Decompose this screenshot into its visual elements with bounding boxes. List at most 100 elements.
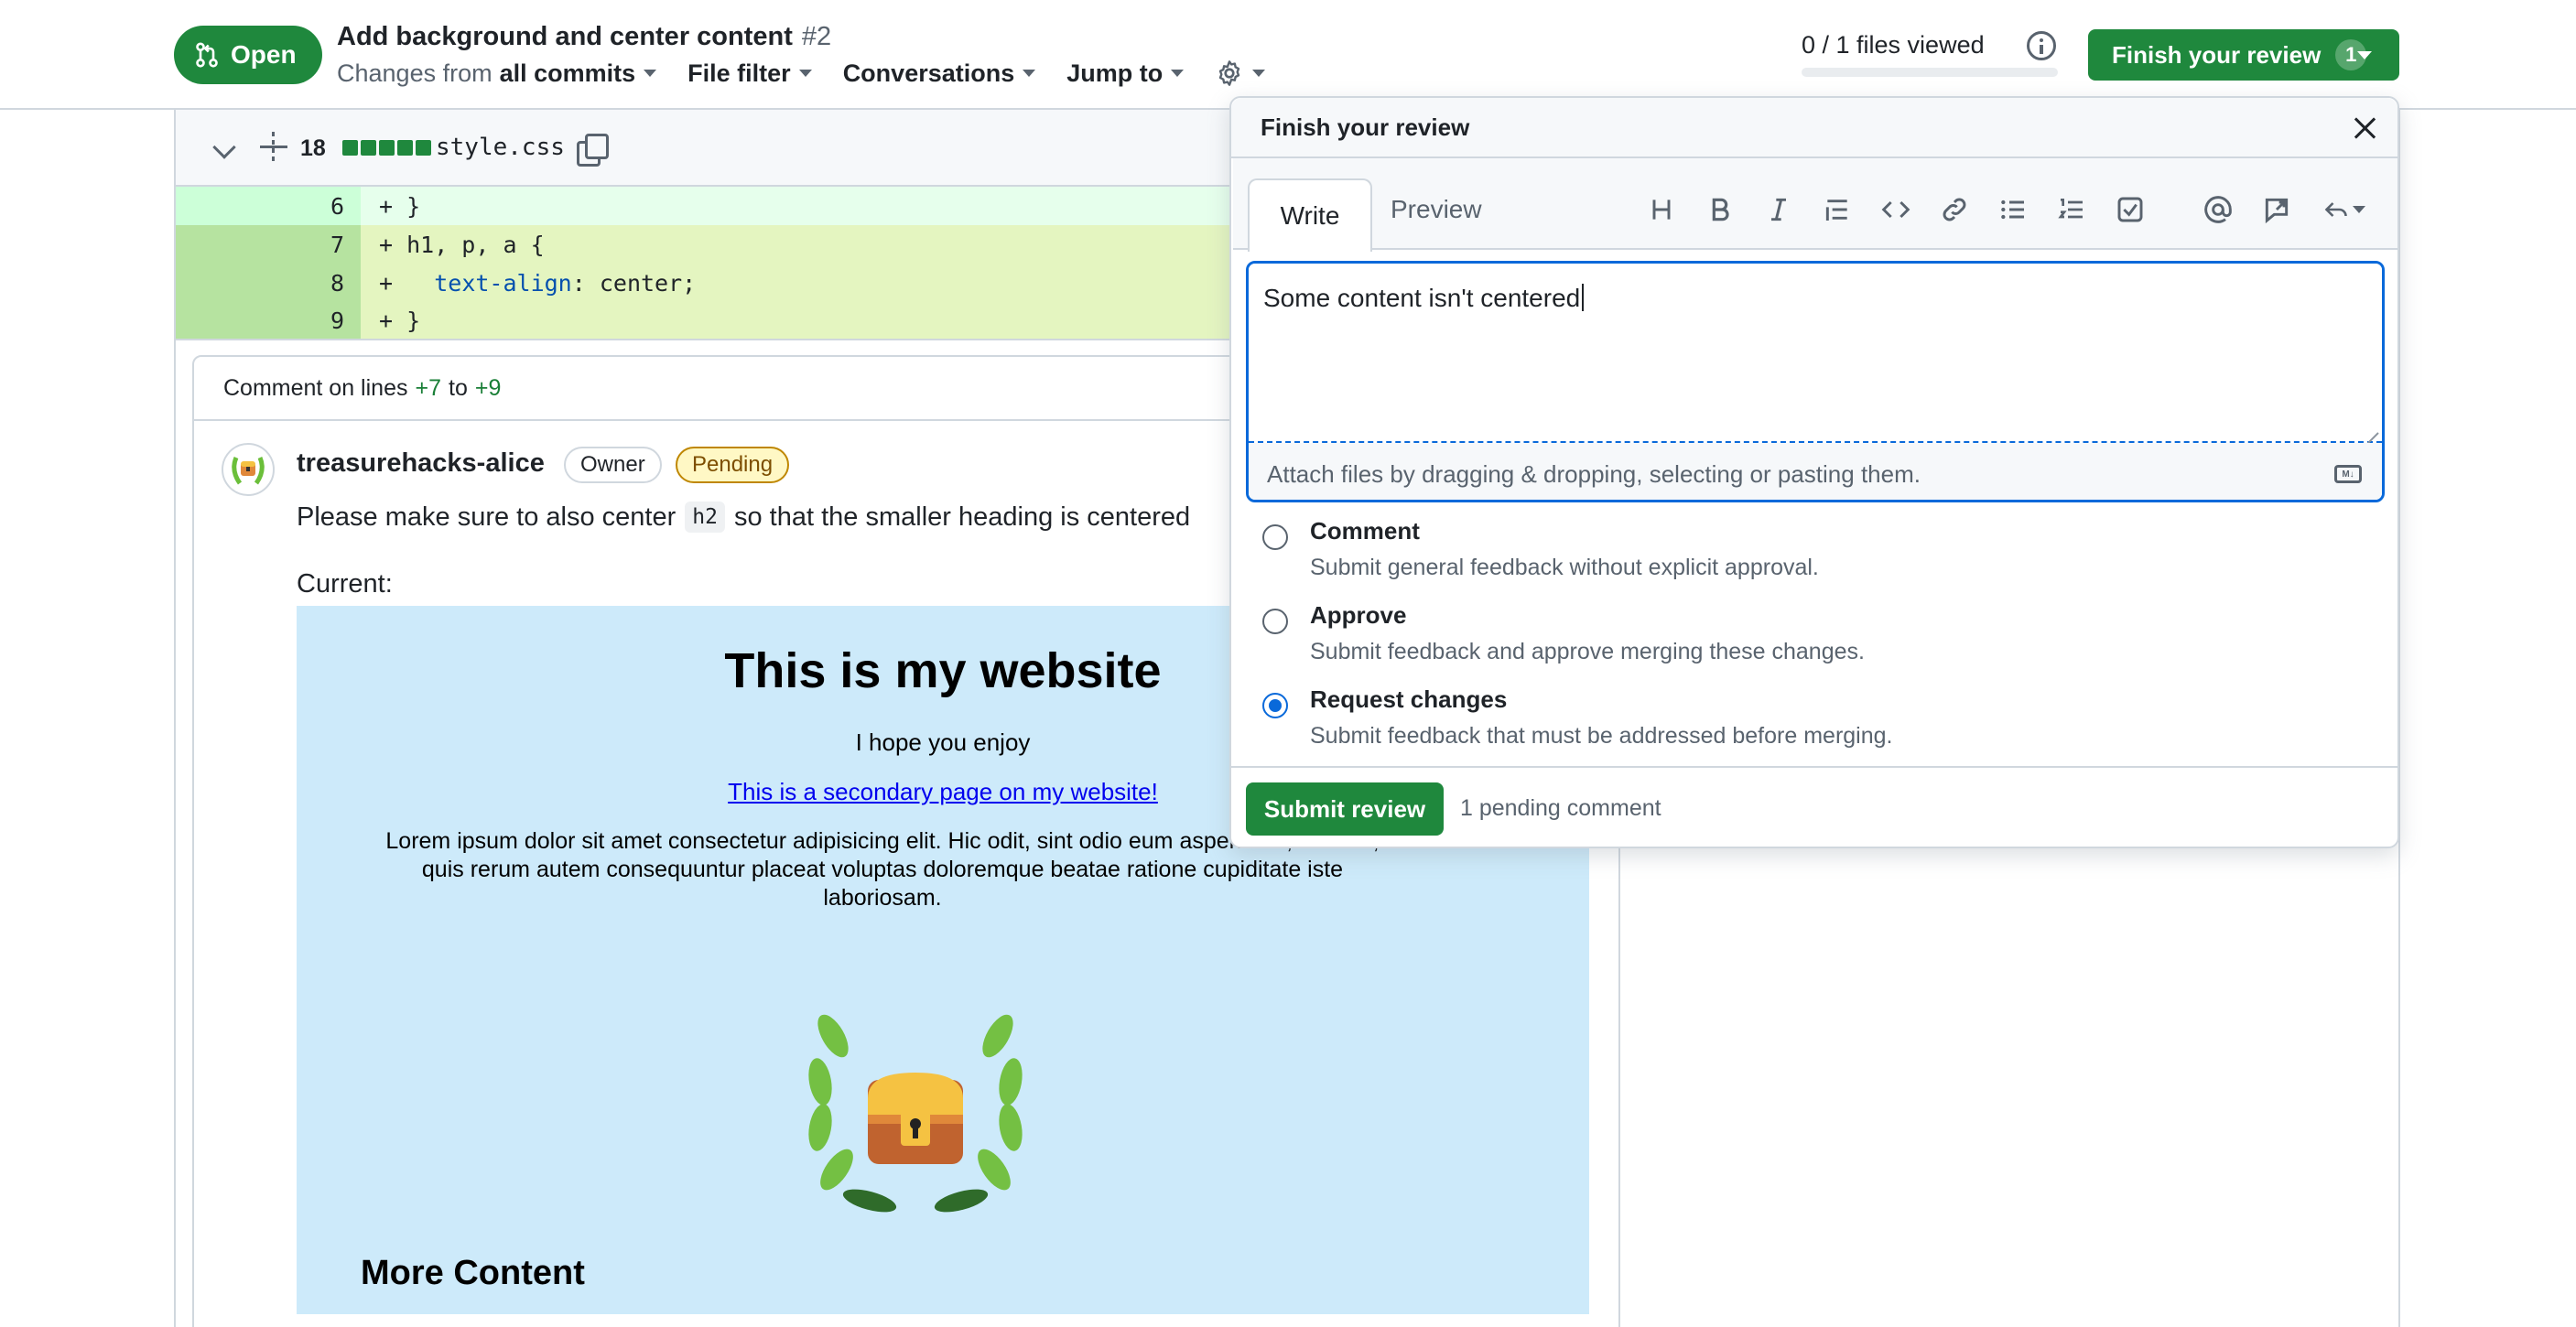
- line-number[interactable]: 9: [176, 302, 361, 339]
- treasure-logo-icon: [232, 457, 265, 485]
- finish-review-popover: Finish your review Write Preview Some co…: [1229, 96, 2399, 848]
- line-end[interactable]: +9: [475, 375, 502, 402]
- text-cursor: [1582, 284, 1585, 311]
- review-body-text: Some content isn't centered: [1263, 284, 1581, 312]
- line-number[interactable]: 8: [176, 264, 361, 302]
- popover-footer: Submit review 1 pending comment: [1231, 766, 2397, 848]
- chevron-down-icon: [1252, 70, 1266, 77]
- bold-icon[interactable]: [1702, 191, 1738, 228]
- heading-icon[interactable]: [1643, 191, 1680, 228]
- finish-review-button[interactable]: Finish your review 1: [2088, 29, 2399, 81]
- pending-comment-count: 1 pending comment: [1460, 795, 1661, 821]
- markdown-icon[interactable]: M↓: [2334, 465, 2362, 483]
- reply-icon[interactable]: [2317, 191, 2372, 228]
- line-code: + }: [361, 187, 1238, 225]
- pr-sub-nav: Changes from all commits File filter Conv…: [337, 59, 1296, 88]
- jump-to-dropdown[interactable]: Jump to: [1066, 59, 1185, 88]
- submit-review-button[interactable]: Submit review: [1246, 782, 1444, 836]
- thread-head-to: to: [449, 374, 468, 401]
- comment-text-after: so that the smaller heading is centered: [733, 502, 1191, 532]
- ordered-list-icon[interactable]: [2053, 191, 2090, 228]
- pull-request-icon: [196, 42, 218, 68]
- option-label: Request changes: [1310, 685, 1508, 713]
- chevron-down-icon: [1023, 70, 1036, 77]
- code-icon[interactable]: [1878, 191, 1914, 228]
- gear-icon: [1219, 60, 1240, 86]
- owner-badge: Owner: [564, 447, 662, 483]
- css-value: : center;: [571, 269, 697, 297]
- reference-icon[interactable]: [2258, 191, 2295, 228]
- line-code: + h1, p, a {: [361, 225, 1238, 264]
- unordered-list-icon[interactable]: [1995, 191, 2031, 228]
- review-type-group: Comment Submit general feedback without …: [1259, 517, 1892, 770]
- chevron-down-icon: [2353, 206, 2365, 213]
- diff-line[interactable]: 9 + }: [176, 302, 1238, 340]
- line-code: + text-align: center;: [361, 264, 1238, 302]
- info-icon[interactable]: [2027, 31, 2056, 60]
- conversations-dropdown[interactable]: Conversations: [843, 59, 1036, 88]
- popover-title-text: Finish your review: [1261, 113, 1470, 141]
- chevron-down-icon: [798, 70, 812, 77]
- avatar[interactable]: [222, 443, 275, 496]
- line-prefix: +: [379, 269, 435, 297]
- tab-write[interactable]: Write: [1248, 178, 1372, 252]
- italic-icon[interactable]: [1760, 191, 1797, 228]
- line-start[interactable]: +7: [415, 375, 441, 402]
- resize-handle-icon[interactable]: [2365, 421, 2378, 434]
- radio-request-changes[interactable]: [1262, 693, 1288, 718]
- changes-from-prefix: Changes from: [337, 59, 492, 87]
- review-body-input[interactable]: Some content isn't centered: [1249, 264, 2382, 443]
- pr-title-text: Add background and center content: [337, 22, 793, 51]
- pr-number: #2: [801, 22, 832, 51]
- diffstat-count: 18: [300, 135, 326, 161]
- collapse-chevron-icon[interactable]: [212, 135, 236, 159]
- expand-all-icon[interactable]: [260, 132, 287, 163]
- treasure-chest-logo-icon: [808, 1014, 1023, 1213]
- close-icon[interactable]: [2354, 116, 2377, 140]
- files-viewed-progress: [1802, 68, 2058, 77]
- diffstat-bar: [342, 140, 431, 156]
- thread-head-prefix: Comment on lines: [223, 374, 408, 401]
- comment-author[interactable]: treasurehacks-alice: [297, 448, 545, 479]
- option-desc: Submit feedback that must be addressed b…: [1310, 723, 1893, 749]
- changes-from-dropdown[interactable]: Changes from all commits: [337, 59, 657, 88]
- review-option-comment[interactable]: Comment Submit general feedback without …: [1259, 517, 1892, 601]
- line-code: + }: [361, 302, 1238, 339]
- tab-preview[interactable]: Preview: [1391, 195, 1482, 224]
- line-number[interactable]: 6: [176, 187, 361, 225]
- settings-dropdown[interactable]: [1215, 59, 1266, 88]
- copy-icon[interactable]: [577, 134, 609, 167]
- files-viewed-count: 0 / 1 files viewed: [1802, 31, 1985, 59]
- option-label: Comment: [1310, 517, 1420, 545]
- popover-title: Finish your review: [1231, 98, 2397, 158]
- css-property: text-align: [434, 269, 572, 297]
- diff-line[interactable]: 7 + h1, p, a {: [176, 225, 1238, 264]
- chevron-down-icon: [1171, 70, 1185, 77]
- chevron-down-icon: [644, 70, 657, 77]
- radio-comment[interactable]: [1262, 524, 1288, 550]
- attach-hint: Attach files by dragging & dropping, sel…: [1267, 459, 1921, 488]
- diff-line[interactable]: 8 + text-align: center;: [176, 264, 1238, 302]
- review-option-approve[interactable]: Approve Submit feedback and approve merg…: [1259, 601, 1892, 685]
- link-icon[interactable]: [1936, 191, 1973, 228]
- jump-to-label: Jump to: [1066, 59, 1164, 87]
- pr-status-label: Open: [231, 40, 297, 69]
- diff-line[interactable]: 6 + }: [176, 187, 1238, 225]
- mention-icon[interactable]: [2200, 191, 2236, 228]
- finish-review-label: Finish your review: [2112, 40, 2322, 69]
- file-filter-label: File filter: [687, 59, 791, 87]
- quote-icon[interactable]: [1819, 191, 1856, 228]
- attach-files-area[interactable]: Attach files by dragging & dropping, sel…: [1249, 443, 2382, 500]
- file-name[interactable]: style.css: [436, 134, 565, 161]
- editor-tabbar: Write Preview: [1233, 158, 2397, 252]
- file-filter-dropdown[interactable]: File filter: [687, 59, 812, 88]
- review-editor[interactable]: Some content isn't centered Attach files…: [1246, 261, 2385, 502]
- task-list-icon[interactable]: [2112, 191, 2148, 228]
- inline-code: h2: [685, 502, 725, 533]
- line-number[interactable]: 7: [176, 225, 361, 264]
- review-option-request-changes[interactable]: Request changes Submit feedback that mus…: [1259, 685, 1892, 770]
- pr-header: Open Add background and center content #2…: [0, 0, 2576, 110]
- radio-approve[interactable]: [1262, 609, 1288, 634]
- option-label: Approve: [1310, 601, 1407, 629]
- changes-from-value: all commits: [499, 59, 636, 87]
